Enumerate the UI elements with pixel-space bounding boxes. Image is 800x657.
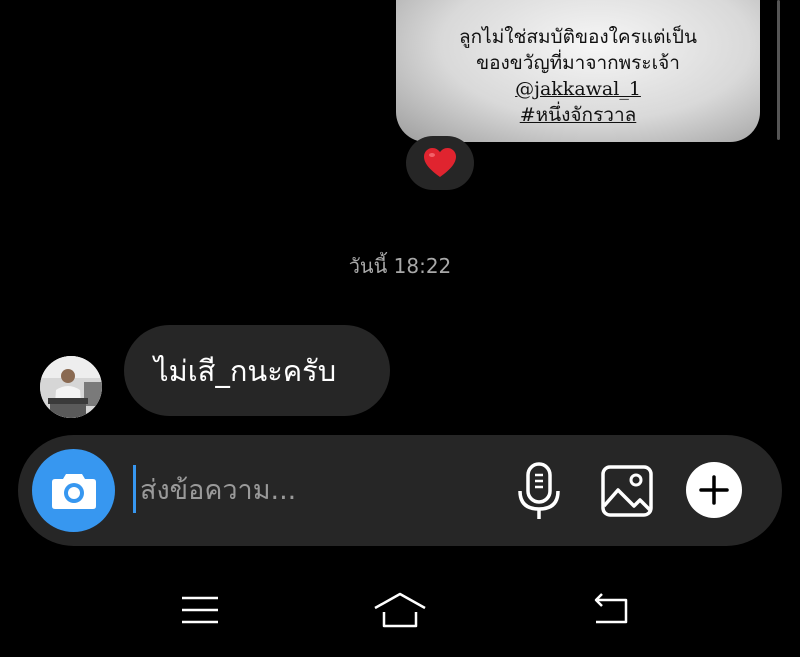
text-caret — [133, 465, 136, 513]
camera-button[interactable] — [32, 449, 115, 532]
caption-mention-link[interactable]: @jakkawal_1 — [396, 76, 760, 102]
message-text: ไม่เสี_กนะครับ — [154, 353, 337, 388]
shared-post-preview[interactable]: ลูกไม่ใช่สมบัติของใครแต่เป็น ของขวัญที่ม… — [396, 0, 760, 142]
gallery-button[interactable] — [600, 464, 654, 518]
profile-photo — [40, 356, 102, 418]
reaction-badge[interactable] — [406, 136, 474, 190]
add-attachment-button[interactable] — [686, 462, 742, 518]
home-icon — [374, 592, 426, 628]
microphone-icon — [518, 462, 560, 519]
back-button[interactable] — [580, 580, 640, 640]
image-icon — [601, 465, 653, 517]
back-icon — [594, 593, 628, 624]
recent-apps-button[interactable] — [170, 580, 230, 640]
menu-icon — [182, 596, 218, 624]
message-input[interactable] — [138, 463, 502, 517]
caption-hashtag-link[interactable]: #หนึ่งจักรวาล — [396, 102, 760, 128]
message-composer — [18, 435, 782, 546]
message-timestamp: วันนี้ 18:22 — [348, 254, 452, 278]
caption-line-2: ของขวัญที่มาจากพระเจ้า — [476, 52, 680, 74]
plus-icon — [699, 475, 729, 505]
shared-post-caption: ลูกไม่ใช่สมบัติของใครแต่เป็น ของขวัญที่ม… — [396, 24, 760, 128]
voice-message-button[interactable] — [515, 461, 563, 521]
camera-icon — [51, 473, 96, 509]
incoming-message-bubble[interactable]: ไม่เสี_กนะครับ — [124, 325, 390, 416]
caption-line-1: ลูกไม่ใช่สมบัติของใครแต่เป็น — [459, 26, 697, 48]
heart-icon — [424, 148, 456, 177]
home-button[interactable] — [370, 580, 430, 640]
scrollbar[interactable] — [777, 0, 780, 140]
avatar[interactable] — [40, 356, 102, 418]
system-navigation-bar — [0, 580, 800, 640]
